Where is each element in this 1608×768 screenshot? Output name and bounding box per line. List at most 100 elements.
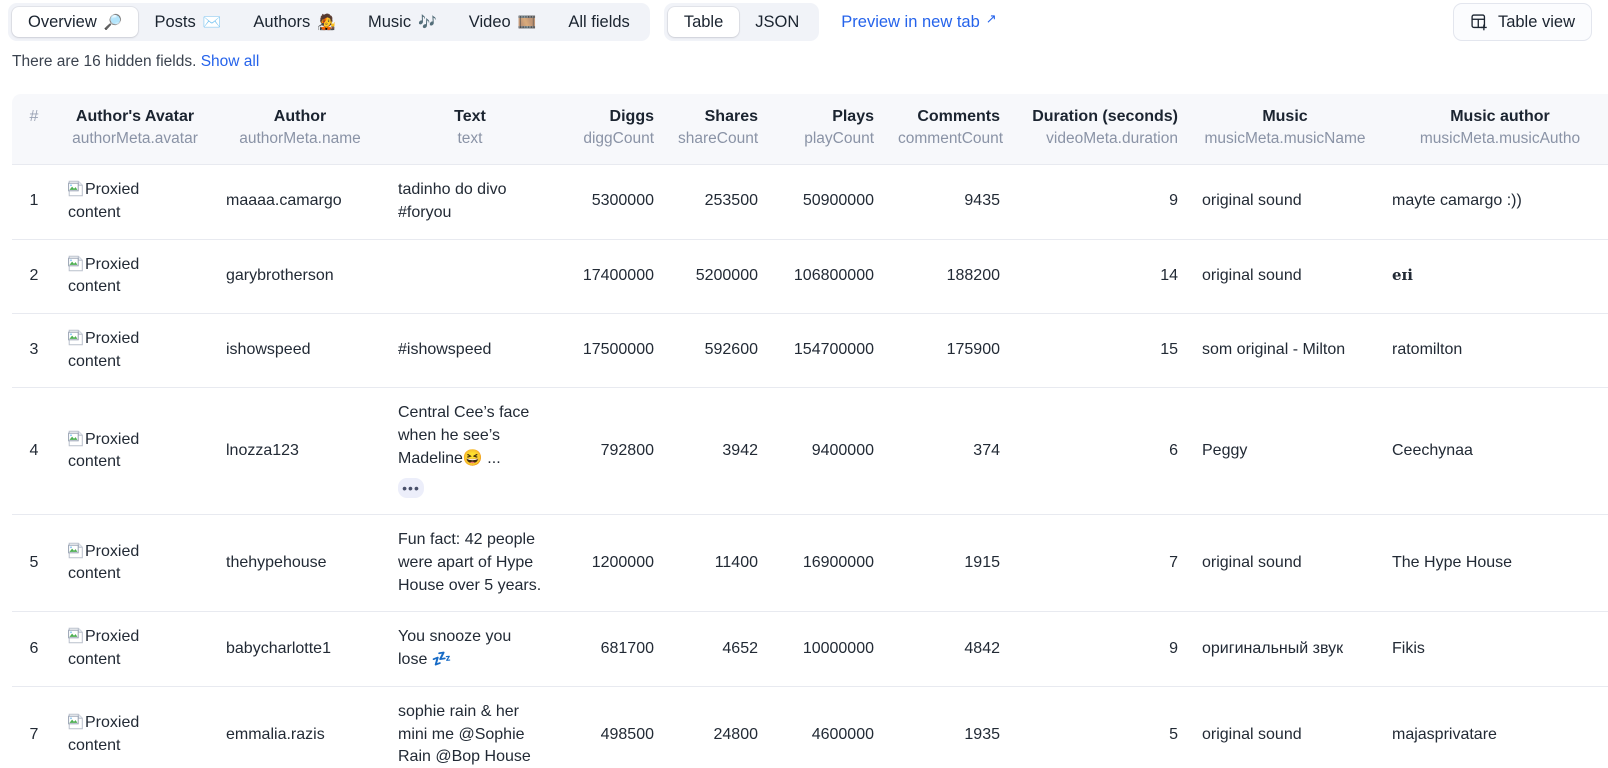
preview-in-new-tab-link[interactable]: Preview in new tab ↗ — [841, 11, 997, 32]
music-author-cell: eɪi — [1380, 239, 1608, 314]
duration-cell: 6 — [1012, 387, 1190, 516]
column-title: Comments — [917, 108, 1000, 125]
text-cell: sophie rain & her mini me @Sophie Rain @… — [386, 686, 554, 768]
column-header-authorMeta-avatar[interactable]: Author's Avatar authorMeta.avatar — [56, 94, 214, 166]
text-cell — [386, 239, 554, 314]
expand-text-button[interactable]: ••• — [398, 477, 424, 498]
column-header-commentCount[interactable]: Comments commentCount — [886, 94, 1012, 166]
table-view-label: Table view — [1497, 12, 1575, 31]
table-row[interactable]: 2 Proxied content garybrotherson 17400000 52… — [12, 239, 1608, 314]
column-title: Author — [273, 108, 327, 125]
text-cell: tadinho do divo #foryou — [386, 164, 554, 240]
column-title: Duration (seconds) — [1032, 108, 1178, 125]
table-row[interactable]: 5 Proxied content thehypehouse Fun fact: 42… — [12, 514, 1608, 613]
column-header-playCount[interactable]: Plays playCount — [770, 94, 886, 166]
table-row[interactable]: 7 Proxied content emmalia.razis sophie rain… — [12, 686, 1608, 768]
comments-cell: 374 — [886, 387, 1012, 516]
column-header-index[interactable]: # — [12, 94, 56, 166]
column-header-musicMeta-musicName[interactable]: Music musicMeta.musicName — [1190, 94, 1380, 166]
diggs-cell: 681700 — [554, 611, 666, 687]
column-title: Music — [1262, 108, 1308, 125]
column-header-shareCount[interactable]: Shares shareCount — [666, 94, 770, 166]
format-tab-label: Table — [683, 12, 724, 31]
tab-video[interactable]: Video 🎞️ — [453, 7, 553, 37]
music-author-cell: mayte camargo :)) — [1380, 164, 1608, 240]
plays-cell: 4600000 — [770, 686, 886, 768]
text-cell: Central Cee’s face when he see’s Madelin… — [386, 387, 554, 516]
diggs-cell: 5300000 — [554, 164, 666, 240]
row-index: 6 — [12, 611, 56, 687]
tab-overview[interactable]: Overview 🔎 — [12, 7, 139, 37]
music-author-stylized: eɪi — [1392, 265, 1413, 284]
table-view-button[interactable]: Table view — [1452, 3, 1592, 41]
table-header-row: # Author's Avatar authorMeta.avatar Author a… — [12, 94, 1608, 166]
duration-cell: 9 — [1012, 611, 1190, 687]
duration-cell: 14 — [1012, 239, 1190, 314]
music-name-cell: original sound — [1190, 514, 1380, 613]
music-author-cell: The Hype House — [1380, 514, 1608, 613]
author-cell: thehypehouse — [214, 514, 386, 613]
tab-label: Overview — [28, 12, 97, 31]
text-cell: You snooze you lose 💤 — [386, 611, 554, 687]
column-header-diggCount[interactable]: Diggs diggCount — [554, 94, 666, 166]
plays-cell: 50900000 — [770, 164, 886, 240]
tab-authors[interactable]: Authors 🧑‍🎤 — [237, 7, 352, 37]
column-header-musicMeta-musicAutho[interactable]: Music author musicMeta.musicAutho — [1380, 94, 1608, 166]
comments-cell: 1915 — [886, 514, 1012, 613]
table-row[interactable]: 1 Proxied content maaaa.camargo tadinho do … — [12, 164, 1608, 240]
duration-cell: 9 — [1012, 164, 1190, 240]
tab-label: Music — [367, 12, 412, 31]
external-link-arrow-icon: ↗ — [985, 11, 997, 26]
comments-cell: 4842 — [886, 611, 1012, 687]
author-cell: ishowspeed — [214, 313, 386, 389]
row-index: 7 — [12, 686, 56, 768]
top-toolbar: Overview 🔎 Posts ✉️ Authors 🧑‍🎤 Music 🎶 Video 🎞️ A… — [0, 0, 1608, 44]
post-text: sophie rain & her mini me @Sophie Rain @… — [398, 702, 531, 766]
format-tab-table[interactable]: Table — [667, 7, 740, 37]
column-header-videoMeta-duration[interactable]: Duration (seconds) videoMeta.duration — [1012, 94, 1190, 166]
format-tab-label: JSON — [755, 12, 800, 31]
table-scroll-container[interactable]: # Author's Avatar authorMeta.avatar Author a… — [12, 94, 1608, 768]
column-field-path: musicMeta.musicAutho — [1419, 129, 1581, 147]
avatar-cell[interactable]: Proxied content — [56, 611, 214, 687]
format-tab-json[interactable]: JSON — [739, 7, 815, 37]
comments-cell: 188200 — [886, 239, 1012, 314]
music-name-cell: original sound — [1190, 164, 1380, 240]
column-field-path: authorMeta.name — [239, 129, 361, 147]
avatar-cell[interactable]: Proxied content — [56, 686, 214, 768]
tab-label: Posts — [154, 12, 196, 31]
avatar-cell[interactable]: Proxied content — [56, 164, 214, 240]
author-cell: emmalia.razis — [214, 686, 386, 768]
avatar-cell[interactable]: Proxied content — [56, 387, 214, 516]
tab-posts[interactable]: Posts ✉️ — [138, 7, 237, 37]
show-all-fields-link[interactable]: Show all — [201, 53, 260, 70]
column-field-path: text — [457, 129, 483, 147]
table-row[interactable]: 4 Proxied content lnozza123 Central Cee’s f… — [12, 387, 1608, 516]
broken-image-icon: Proxied content — [68, 254, 164, 299]
plays-cell: 16900000 — [770, 514, 886, 613]
hidden-fields-text: There are 16 hidden fields. — [12, 53, 197, 70]
column-header-text[interactable]: Text text — [386, 94, 554, 166]
music-name-cell: som original - Milton — [1190, 313, 1380, 389]
comments-cell: 175900 — [886, 313, 1012, 389]
author-cell: lnozza123 — [214, 387, 386, 516]
table-row[interactable]: 6 Proxied content babycharlotte1 You snooze… — [12, 611, 1608, 687]
column-title: Diggs — [609, 108, 654, 125]
avatar-cell[interactable]: Proxied content — [56, 313, 214, 389]
column-title: Author's Avatar — [75, 108, 195, 125]
broken-image-icon: Proxied content — [68, 712, 164, 757]
duration-cell: 15 — [1012, 313, 1190, 389]
avatar-cell[interactable]: Proxied content — [56, 514, 214, 613]
diggs-cell: 792800 — [554, 387, 666, 516]
comments-cell: 9435 — [886, 164, 1012, 240]
duration-cell: 7 — [1012, 514, 1190, 613]
diggs-cell: 17500000 — [554, 313, 666, 389]
tab-music[interactable]: Music 🎶 — [352, 7, 453, 37]
column-header-authorMeta-name[interactable]: Author authorMeta.name — [214, 94, 386, 166]
avatar-cell[interactable]: Proxied content — [56, 239, 214, 314]
music-author-cell: Ceechynaa — [1380, 387, 1608, 516]
row-index: 1 — [12, 164, 56, 240]
data-table: # Author's Avatar authorMeta.avatar Author a… — [12, 94, 1608, 768]
table-row[interactable]: 3 Proxied content ishowspeed #ishowspeed 175… — [12, 313, 1608, 389]
tab-all-fields[interactable]: All fields — [552, 7, 645, 37]
